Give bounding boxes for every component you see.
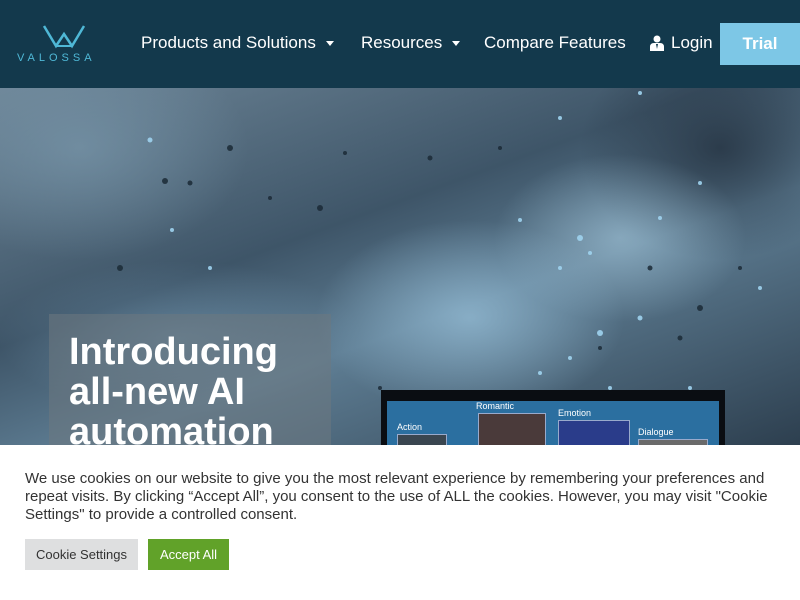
nav-products-label: Products and Solutions bbox=[141, 33, 316, 52]
site-header: VALOSSA Products and Solutions Resources… bbox=[0, 0, 800, 88]
product-preview-image: Action Romantic Emotion Dialogue bbox=[381, 390, 725, 445]
nav-resources-label: Resources bbox=[361, 33, 443, 52]
cookie-settings-button[interactable]: Cookie Settings bbox=[25, 539, 138, 570]
login-label: Login bbox=[671, 33, 713, 52]
nav-compare-features[interactable]: Compare Features bbox=[484, 33, 626, 53]
cookie-consent-banner: We use cookies on our website to give yo… bbox=[0, 445, 800, 600]
preview-label-action: Action bbox=[397, 422, 423, 432]
valossa-logo[interactable]: VALOSSA bbox=[17, 24, 115, 66]
preview-thumb-action bbox=[397, 434, 447, 445]
logo-text: VALOSSA bbox=[17, 52, 96, 64]
login-link[interactable]: Login bbox=[650, 33, 713, 53]
accept-all-button[interactable]: Accept All bbox=[148, 539, 229, 570]
nav-products-and-solutions[interactable]: Products and Solutions bbox=[141, 33, 334, 53]
chevron-down-icon bbox=[452, 40, 461, 46]
hero-title: Introducing all-new AI automation bbox=[69, 332, 329, 445]
hero-text-box: Introducing all-new AI automation bbox=[49, 314, 331, 445]
chevron-down-icon bbox=[325, 40, 334, 46]
preview-label-dialogue: Dialogue bbox=[638, 427, 674, 437]
hero-title-line-1: Introducing bbox=[69, 331, 278, 373]
preview-screen: Action Romantic Emotion Dialogue bbox=[387, 401, 719, 445]
user-icon bbox=[650, 35, 664, 51]
cookie-consent-text: We use cookies on our website to give yo… bbox=[25, 470, 768, 523]
valossa-logo-icon bbox=[42, 25, 86, 49]
preview-thumb-romantic bbox=[478, 413, 546, 445]
hero-title-line-2: all-new AI bbox=[69, 371, 245, 413]
nav-resources[interactable]: Resources bbox=[361, 33, 461, 53]
preview-thumb-emotion bbox=[558, 420, 630, 445]
hero-title-line-3: automation bbox=[69, 411, 274, 445]
hero-banner: Introducing all-new AI automation Action… bbox=[0, 88, 800, 445]
nav-compare-label: Compare Features bbox=[484, 33, 626, 52]
preview-label-romantic: Romantic bbox=[476, 401, 515, 411]
trial-button[interactable]: Trial bbox=[720, 23, 800, 65]
preview-label-emotion: Emotion bbox=[558, 408, 592, 418]
